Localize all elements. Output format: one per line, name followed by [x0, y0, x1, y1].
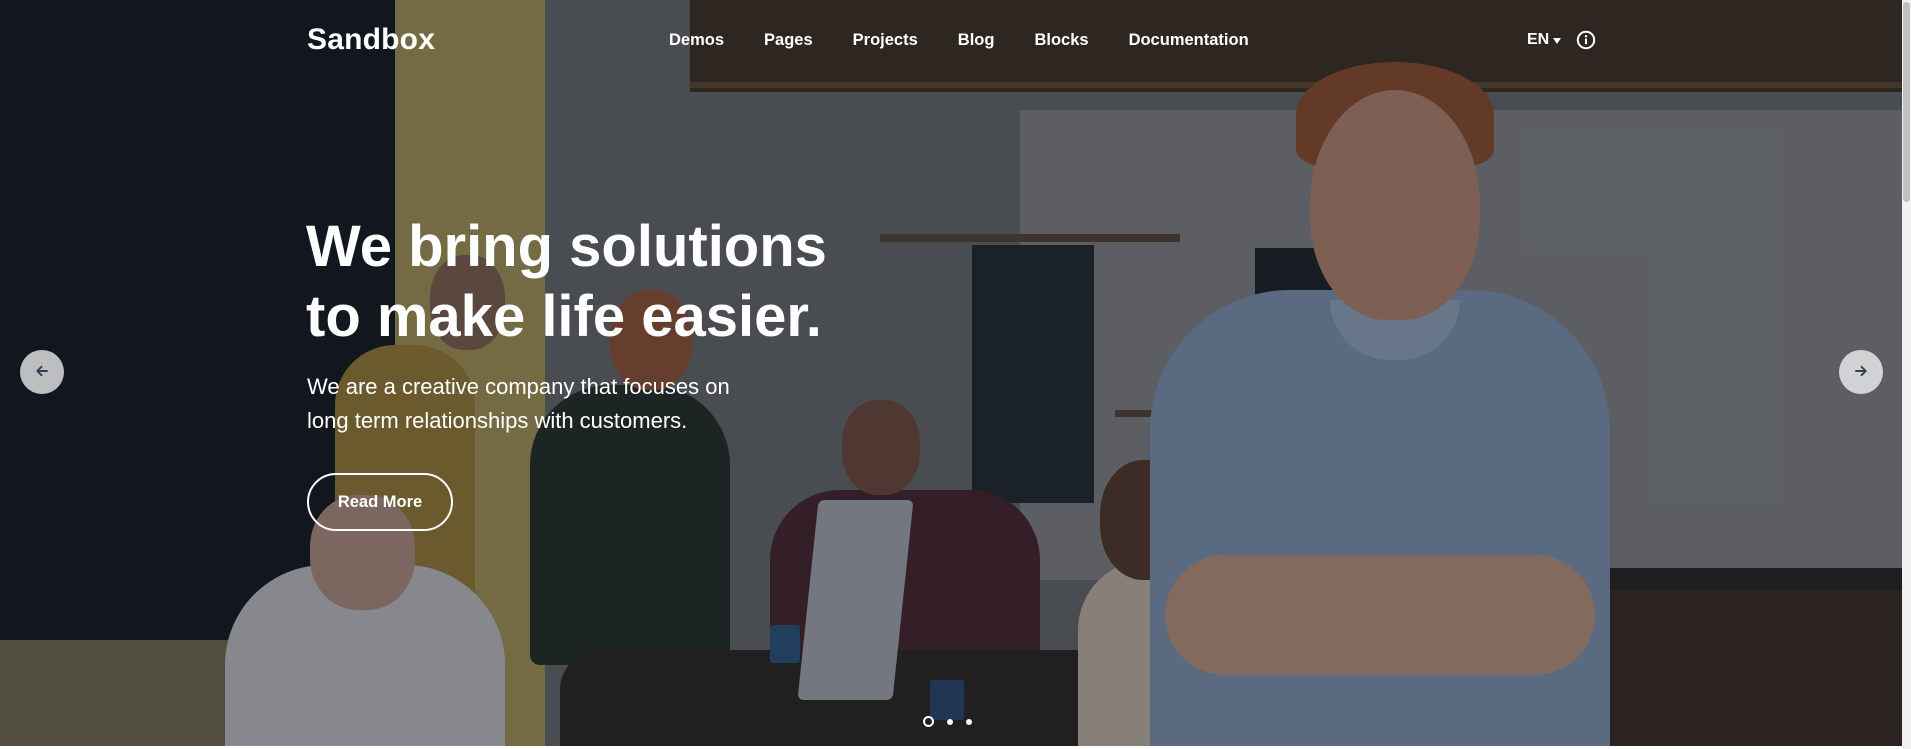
hero-headline-line-1: We bring solutions	[306, 214, 827, 279]
language-dropdown[interactable]: EN	[1527, 28, 1562, 52]
arrow-right-icon	[1853, 363, 1869, 382]
scrollbar-thumb[interactable]	[1903, 2, 1910, 202]
slider-dot-3[interactable]	[966, 718, 972, 725]
hero-lead-line-1: We are a creative company that focuses o…	[307, 374, 730, 399]
logo[interactable]: Sandbox	[307, 22, 435, 58]
hero-lead: We are a creative company that focuses o…	[307, 370, 730, 438]
nav-item-projects[interactable]: Projects	[853, 28, 918, 52]
arrow-left-icon	[34, 363, 50, 382]
slider-next-button[interactable]	[1839, 350, 1883, 394]
hero-slider: Sandbox Demos Pages Projects Blog Blocks…	[0, 0, 1911, 749]
language-label: EN	[1527, 31, 1550, 48]
nav-item-pages[interactable]: Pages	[764, 28, 813, 52]
nav-item-demos[interactable]: Demos	[669, 28, 724, 52]
read-more-button[interactable]: Read More	[307, 473, 453, 531]
chevron-down-icon	[1553, 37, 1562, 44]
slider-dot-2[interactable]	[947, 718, 953, 725]
slider-dot-1[interactable]	[923, 716, 934, 727]
nav-item-blocks[interactable]: Blocks	[1034, 28, 1088, 52]
slider-dots	[923, 716, 972, 727]
page-scrollbar[interactable]	[1902, 0, 1911, 749]
main-nav: Demos Pages Projects Blog Blocks Documen…	[669, 28, 1249, 52]
slider-prev-button[interactable]	[20, 350, 64, 394]
hero-headline: We bring solutions to make life easier.	[306, 212, 827, 352]
nav-item-blog[interactable]: Blog	[958, 28, 995, 52]
nav-item-documentation[interactable]: Documentation	[1129, 28, 1249, 52]
hero-headline-line-2: to make life easier.	[306, 284, 822, 349]
hero-lead-line-2: long term relationships with customers.	[307, 408, 688, 433]
info-icon[interactable]	[1576, 30, 1596, 50]
